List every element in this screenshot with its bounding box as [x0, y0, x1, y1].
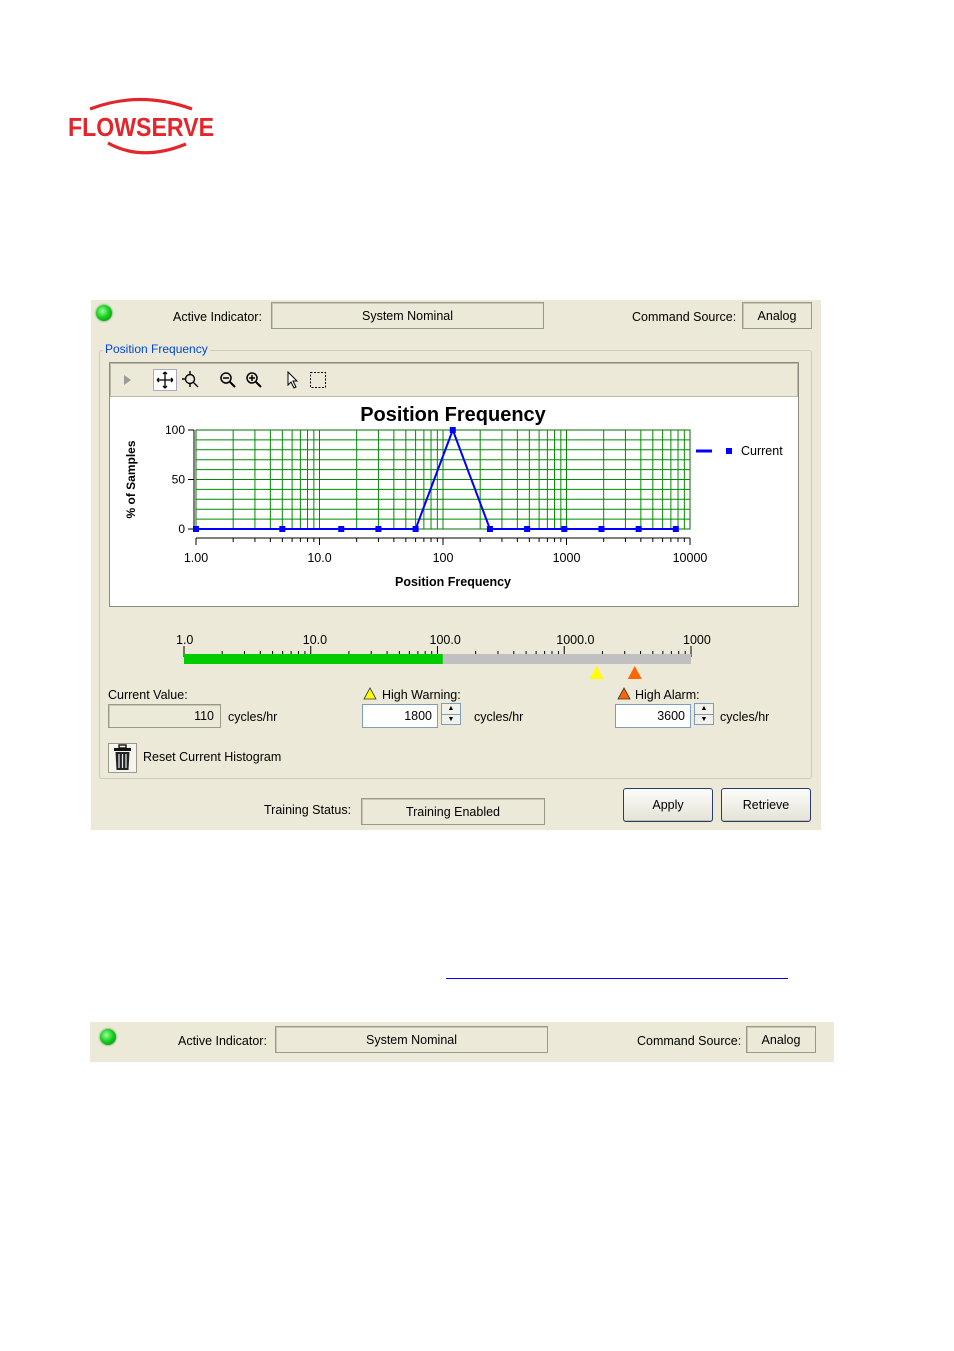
active-indicator-label: Active Indicator: [178, 1034, 267, 1048]
data-point [338, 526, 345, 532]
zoom-in-icon[interactable] [244, 370, 264, 390]
current-value-field: 110 [108, 704, 221, 728]
position-frequency-chart: 0 50 100 1.00 10.0 100 1000 10000 Position Frequ… [124, 404, 783, 589]
data-point [412, 526, 419, 532]
training-status-label: Training Status: [264, 803, 352, 817]
high-alarm-label: High Alarm: [635, 688, 700, 702]
status-led [96, 305, 112, 321]
high-alarm-unit: cycles/hr [720, 710, 770, 724]
command-source-field: Analog [746, 1026, 816, 1053]
scale-label: 1000.0 [556, 633, 594, 647]
x-axis-label: Position Frequency [395, 575, 511, 589]
current-value-label: Current Value: [108, 688, 188, 702]
spin-up-icon[interactable]: ▲ [695, 704, 713, 715]
data-point [524, 526, 531, 532]
chart-toolbar [110, 363, 798, 397]
apply-button[interactable]: Apply [623, 788, 713, 822]
scale-label: 10000.( [683, 633, 711, 647]
y-tick-label: 100 [165, 423, 185, 437]
data-point [672, 526, 679, 532]
legend-marker [726, 448, 732, 454]
data-point [486, 526, 493, 532]
high-alarm-spinner[interactable]: ▲ ▼ [694, 703, 714, 725]
current-value-unit: cycles/hr [228, 710, 278, 724]
trash-icon[interactable] [108, 743, 137, 773]
data-point [598, 526, 605, 532]
group-title: Position Frequency [103, 342, 210, 356]
flowserve-logo: FLOWSERVE [68, 96, 218, 158]
spin-down-icon[interactable]: ▼ [442, 715, 460, 725]
data-point [449, 427, 456, 433]
spin-down-icon[interactable]: ▼ [695, 715, 713, 725]
legend-label: Current [741, 444, 783, 458]
reset-histogram-label: Reset Current Histogram [143, 750, 282, 764]
chart-container: 0 50 100 1.00 10.0 100 1000 10000 Position Frequ… [109, 362, 799, 607]
data-point [375, 526, 382, 532]
y-tick-label: 50 [172, 473, 186, 487]
scale-label: 100.0 [430, 633, 461, 647]
data-point [635, 526, 642, 532]
alarm-marker-icon [627, 666, 642, 679]
high-warning-unit: cycles/hr [474, 710, 524, 724]
data-point [561, 526, 568, 532]
logo-text: FLOWSERVE [68, 112, 214, 142]
frequency-scale-bar: 1.0 10.0 100.0 1000.0 10000.( [176, 633, 711, 679]
training-status-field: Training Enabled [361, 798, 545, 825]
warning-triangle-icon [363, 687, 377, 703]
x-tick-label: 1000 [553, 551, 581, 565]
active-indicator-field: System Nominal [275, 1026, 548, 1053]
active-indicator-label: Active Indicator: [173, 310, 262, 324]
command-source-label: Command Source: [637, 1034, 742, 1048]
data-point [193, 526, 199, 532]
link-underline [446, 978, 788, 979]
position-frequency-panel: Active Indicator: System Nominal Command… [91, 300, 821, 830]
x-tick-label: 10000 [673, 551, 708, 565]
status-led [100, 1029, 116, 1045]
retrieve-button[interactable]: Retrieve [721, 788, 811, 822]
active-indicator-field: System Nominal [271, 302, 544, 329]
high-alarm-input[interactable] [615, 704, 691, 728]
pointer-icon[interactable] [283, 370, 303, 390]
reset-histogram-button[interactable]: Reset Current Histogram [108, 743, 308, 773]
status-bar-panel: Active Indicator: System Nominal Command… [90, 1022, 834, 1062]
data-point [279, 526, 286, 532]
x-tick-label: 10.0 [307, 551, 331, 565]
command-source-field: Analog [742, 302, 812, 329]
alarm-triangle-icon [617, 687, 631, 703]
command-source-label: Command Source: [632, 310, 737, 324]
high-warning-spinner[interactable]: ▲ ▼ [441, 703, 461, 725]
zoom-region-icon[interactable] [181, 370, 201, 390]
zoom-out-icon[interactable] [218, 370, 238, 390]
x-tick-label: 1.00 [184, 551, 208, 565]
warning-marker-icon [589, 666, 604, 679]
x-tick-label: 100 [433, 551, 454, 565]
chart-title: Position Frequency [360, 404, 546, 426]
scale-label: 1.0 [176, 633, 193, 647]
high-warning-label: High Warning: [382, 688, 461, 702]
spin-up-icon[interactable]: ▲ [442, 704, 460, 715]
pan-icon[interactable] [153, 369, 177, 391]
select-rect-icon[interactable] [308, 370, 328, 390]
high-warning-input[interactable] [362, 704, 438, 728]
scale-fill [184, 654, 443, 664]
scale-label: 10.0 [303, 633, 327, 647]
y-axis-label: % of Samples [124, 440, 138, 518]
play-icon[interactable] [117, 370, 137, 390]
y-tick-label: 0 [178, 522, 185, 536]
